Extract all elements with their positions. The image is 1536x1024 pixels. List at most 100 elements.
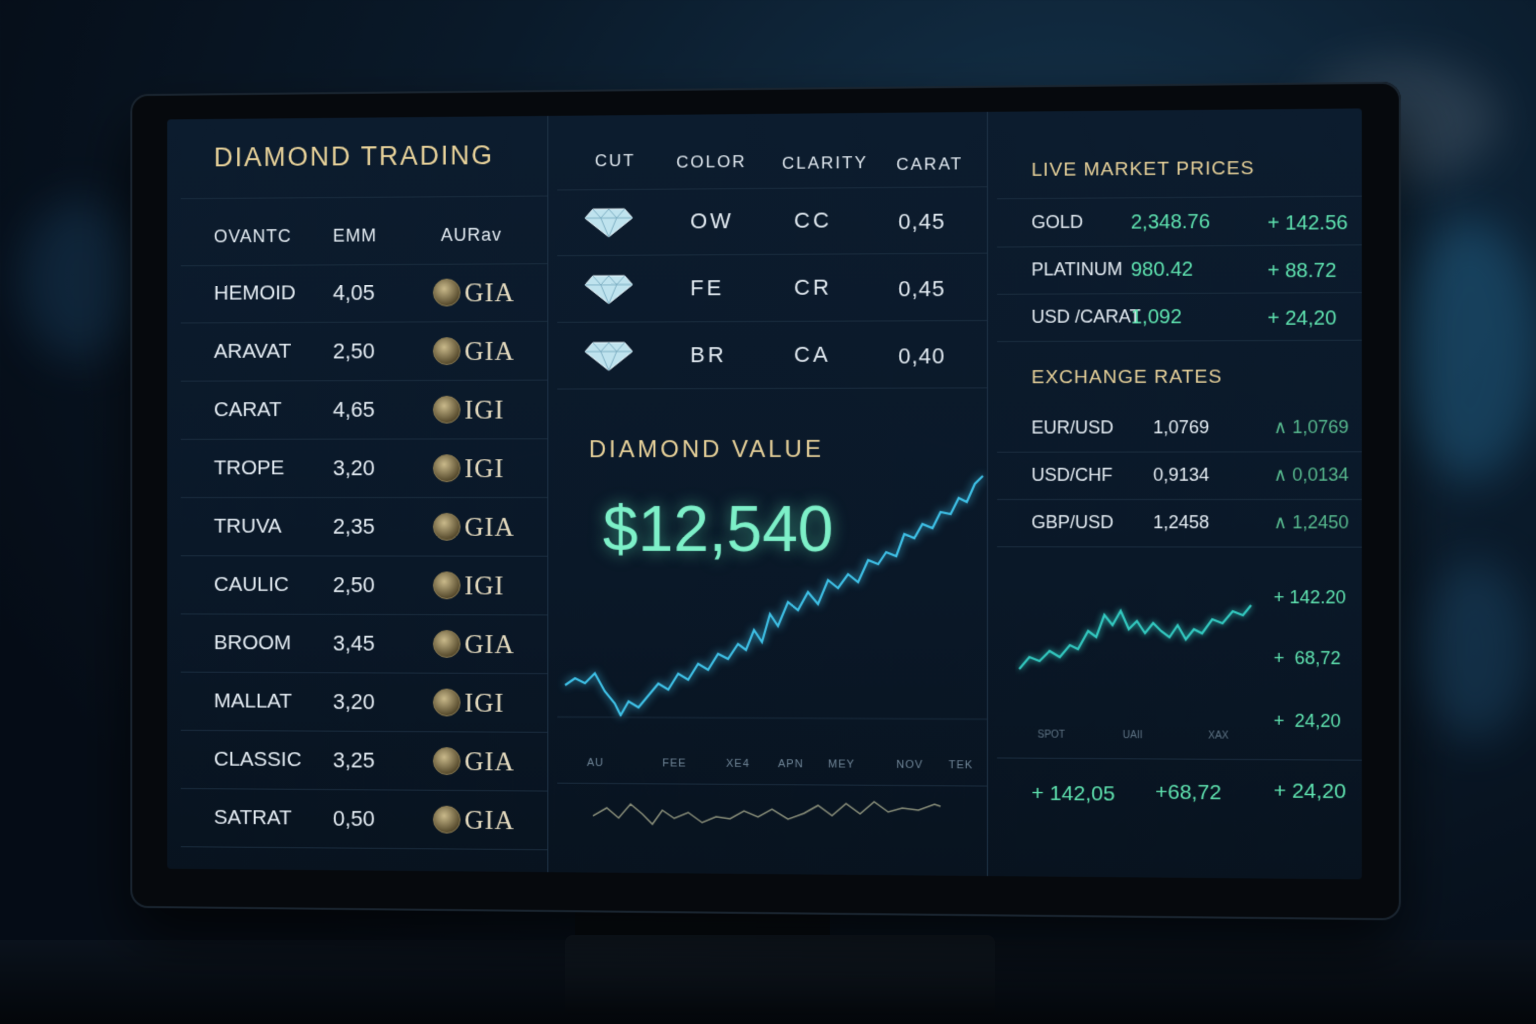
clarity-grade: CC (794, 207, 832, 233)
table-row[interactable]: TRUVA 2,35 GIA (181, 498, 548, 557)
certificate-seal-icon (433, 630, 461, 658)
item-name: TROPE (214, 457, 285, 481)
item-name: HEMOID (214, 281, 296, 305)
carat-value: 0,45 (898, 209, 945, 235)
commodity-price: 980.42 (1131, 259, 1193, 283)
dashboard-screen: DIAMOND TRADING OVANTC EMM AURav HEMOID 4… (167, 108, 1362, 879)
diamond-value-title: DIAMOND VALUE (589, 436, 824, 464)
column-header: CUT (595, 151, 636, 171)
x-axis-label: XE4 (726, 758, 750, 770)
exchange-rates-title: EXCHANGE RATES (1031, 367, 1222, 390)
market-mini-chart (1015, 585, 1259, 707)
market-row[interactable]: PLATINUM 980.42 + 88.72 (997, 245, 1362, 294)
certificate-label: IGI (464, 394, 504, 425)
item-name: CAULIC (214, 573, 289, 597)
commodity-price: 2,348.76 (1131, 211, 1210, 235)
currency-pair: EUR/USD (1031, 417, 1113, 438)
certificate: GIA (433, 277, 515, 308)
currency-pair: GBP/USD (1031, 512, 1113, 533)
x-axis-label: TEK (949, 759, 974, 771)
exchange-row[interactable]: USD/CHF 0,9134 ∧ 0,0134 (997, 452, 1362, 500)
item-name: CARAT (214, 398, 282, 422)
certificate: IGI (433, 570, 504, 601)
market-row[interactable]: GOLD 2,348.76 + 142.56 (997, 198, 1362, 248)
certificate-seal-icon (433, 571, 461, 599)
table-row[interactable]: BROOM 3,45 GIA (181, 614, 548, 674)
item-name: MALLAT (214, 690, 292, 714)
diamond-icon (583, 205, 635, 239)
diamond-value-panel: CUT COLOR CLARITY CARAT OW CC 0,45 FE CR 0,45… (557, 112, 988, 876)
x-axis-label: XAX (1208, 730, 1228, 741)
table-row[interactable]: MALLAT 3,20 IGI (181, 673, 548, 733)
certificate-label: IGI (464, 687, 504, 718)
certificate-seal-icon (433, 396, 461, 424)
rate-change: ∧ 1,0769 (1274, 417, 1349, 438)
item-value: 3,20 (333, 689, 375, 715)
table-row[interactable]: SATRAT 0,50 GIA (181, 789, 548, 850)
certificate: GIA (433, 804, 515, 835)
column-header: AURav (441, 224, 502, 245)
background-light (1400, 220, 1536, 480)
markets-panel: LIVE MARKET PRICES GOLD 2,348.76 + 142.56 P… (997, 108, 1362, 879)
column-header: EMM (333, 225, 377, 246)
x-axis-label: FEE (662, 757, 686, 769)
exchange-rates-list: EUR/USD 1,0769 ∧ 1,0769 USD/CHF 0,9134 ∧ 0,01… (997, 108, 1362, 111)
item-name: TRUVA (214, 515, 282, 539)
exchange-rate: 0,9134 (1153, 465, 1209, 486)
monitor-stand-base (565, 935, 995, 1015)
footer-values: + 142,05 +68,72 + 24,20 (997, 108, 1362, 111)
item-name: BROOM (214, 631, 291, 655)
table-row[interactable]: CAULIC 2,50 IGI (181, 556, 548, 615)
certificate: GIA (433, 629, 515, 660)
exchange-rate: 1,2458 (1153, 512, 1209, 533)
certificate-label: GIA (464, 335, 514, 366)
item-value: 4,05 (333, 280, 375, 306)
certificate-seal-icon (433, 454, 461, 482)
certificate-label: GIA (464, 629, 514, 660)
volume-sparkline (593, 788, 953, 841)
column-header: OVANTC (214, 226, 292, 247)
exchange-row[interactable]: EUR/USD 1,0769 ∧ 1,0769 (997, 405, 1362, 453)
trading-table-body: HEMOID 4,05 GIA ARAVAT 2,50 GIA CARAT 4,65 IGI TR… (167, 116, 547, 120)
clarity-grade: CA (794, 342, 831, 368)
table-row[interactable]: FE CR 0,45 (557, 254, 987, 323)
x-axis-label: NOV (896, 759, 923, 771)
exchange-rate: 1,0769 (1153, 417, 1209, 438)
footer-value: + 24,20 (1274, 779, 1346, 804)
mini-chart-x-axis: SPOT UAII XAX (997, 108, 1362, 111)
diamond-icon (583, 272, 635, 306)
table-row[interactable]: BR CA 0,40 (557, 321, 987, 390)
table-row[interactable]: HEMOID 4,05 GIA (181, 263, 548, 323)
table-row[interactable]: CLASSIC 3,25 GIA (181, 731, 548, 792)
item-value: 2,50 (333, 338, 375, 364)
item-value: 2,50 (333, 572, 375, 598)
table-row[interactable]: CARAT 4,65 IGI (181, 381, 548, 440)
certificate-seal-icon (433, 337, 461, 365)
item-name: SATRAT (214, 806, 292, 830)
certificate-seal-icon (433, 806, 461, 834)
value-chart-x-axis: AU FEE XE4 APN MEY NOV TEK (557, 112, 987, 116)
certificate: IGI (433, 453, 504, 484)
color-grade: BR (690, 342, 726, 368)
certificate-label: IGI (464, 570, 504, 601)
certificate-label: GIA (464, 804, 514, 835)
x-axis-label: UAII (1123, 730, 1143, 741)
table-row[interactable]: TROPE 3,20 IGI (181, 439, 548, 498)
rate-change: ∧ 0,0134 (1274, 464, 1349, 485)
table-row[interactable]: OW CC 0,45 (557, 186, 987, 256)
certificate-seal-icon (433, 689, 461, 717)
trading-panel: DIAMOND TRADING OVANTC EMM AURav HEMOID 4… (167, 116, 548, 872)
market-row[interactable]: USD /CARAT 1,092 + 24,20 (997, 293, 1362, 342)
chart-divider (557, 717, 987, 719)
table-row[interactable]: ARAVAT 2,50 GIA (181, 322, 548, 382)
exchange-row[interactable]: GBP/USD 1,2458 ∧ 1,2450 (997, 500, 1362, 548)
item-value: 4,65 (333, 397, 375, 423)
item-value: 2,35 (333, 514, 375, 540)
monitor: DIAMOND TRADING OVANTC EMM AURav HEMOID 4… (130, 82, 1401, 921)
certificate: GIA (433, 335, 515, 366)
item-value: 3,45 (333, 631, 375, 657)
commodity-change: + 24,20 (1267, 307, 1336, 331)
commodity-name: GOLD (1031, 212, 1083, 233)
color-grade: OW (690, 208, 734, 234)
background-light (20, 200, 140, 360)
